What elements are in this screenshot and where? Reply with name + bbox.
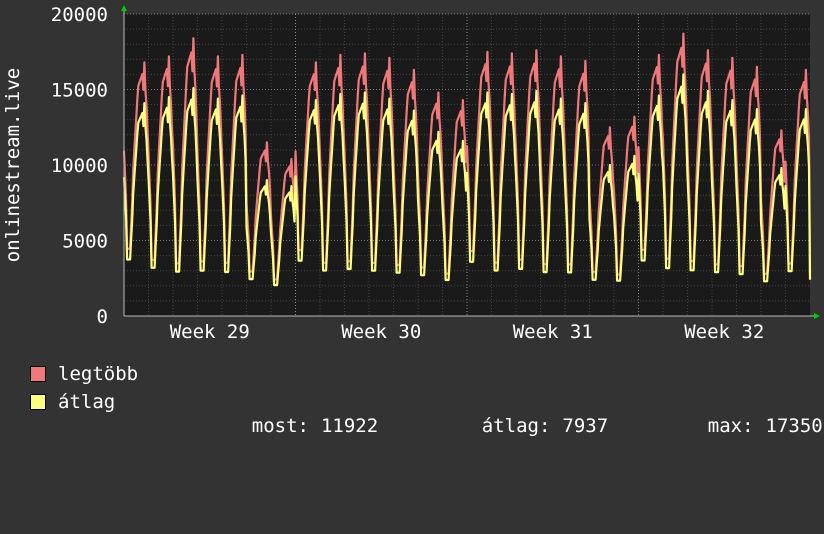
stat-max-label: max: bbox=[707, 415, 754, 437]
stat-now: most: 11922 bbox=[206, 390, 378, 462]
y-axis-arrow bbox=[121, 5, 127, 11]
stat-avg: átlag: 7937 bbox=[436, 390, 608, 462]
legend-avg-label: átlag bbox=[58, 391, 116, 413]
x-tick-label: Week 30 bbox=[341, 321, 421, 343]
x-tick-label: Week 31 bbox=[513, 321, 593, 343]
x-tick-label: Week 29 bbox=[170, 321, 250, 343]
y-axis-label: onlinestream.live bbox=[2, 68, 24, 262]
stat-max: max: 17350 bbox=[662, 390, 823, 462]
legend-max-label: legtöbb bbox=[58, 363, 139, 385]
y-tick-label: 20000 bbox=[51, 4, 108, 26]
legend-avg-swatch bbox=[30, 394, 46, 410]
legend-avg: átlag most: 11922 átlag: 7937 max: 17350 bbox=[30, 390, 823, 437]
stat-max-value: 17350 bbox=[765, 415, 823, 437]
y-tick-label: 10000 bbox=[51, 155, 108, 177]
stat-now-value: 11922 bbox=[320, 415, 379, 437]
y-tick-label: 0 bbox=[97, 306, 108, 328]
legend-max: legtöbb bbox=[30, 362, 138, 386]
x-axis-arrow bbox=[814, 313, 820, 319]
stat-now-label: most: bbox=[251, 415, 309, 437]
stat-avg-label: átlag: bbox=[481, 415, 551, 437]
y-tick-label: 5000 bbox=[62, 231, 108, 253]
stat-avg-value: 7937 bbox=[562, 415, 609, 437]
y-tick-label: 15000 bbox=[51, 80, 108, 102]
legend-max-swatch bbox=[30, 366, 46, 382]
x-tick-label: Week 32 bbox=[684, 321, 764, 343]
